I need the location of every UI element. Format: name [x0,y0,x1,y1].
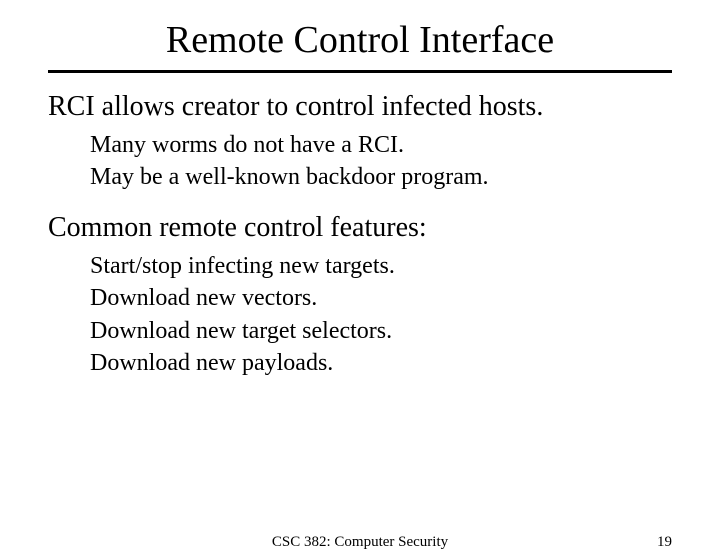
list-item: Download new vectors. [90,282,672,314]
list-item: Download new target selectors. [90,315,672,347]
section-2-list: Start/stop infecting new targets. Downlo… [90,250,672,380]
list-item: Download new payloads. [90,347,672,379]
section-1-list: Many worms do not have a RCI. May be a w… [90,129,672,194]
section-1-heading: RCI allows creator to control infected h… [48,91,672,123]
footer-course: CSC 382: Computer Security [272,534,448,551]
title-rule [48,70,672,73]
slide-content: RCI allows creator to control infected h… [48,91,672,379]
footer-page-number: 19 [657,534,672,551]
list-item: Many worms do not have a RCI. [90,129,672,161]
slide-title: Remote Control Interface [0,18,720,62]
section-2-heading: Common remote control features: [48,212,672,244]
slide: Remote Control Interface RCI allows crea… [0,18,720,558]
list-item: Start/stop infecting new targets. [90,250,672,282]
list-item: May be a well-known backdoor program. [90,161,672,193]
